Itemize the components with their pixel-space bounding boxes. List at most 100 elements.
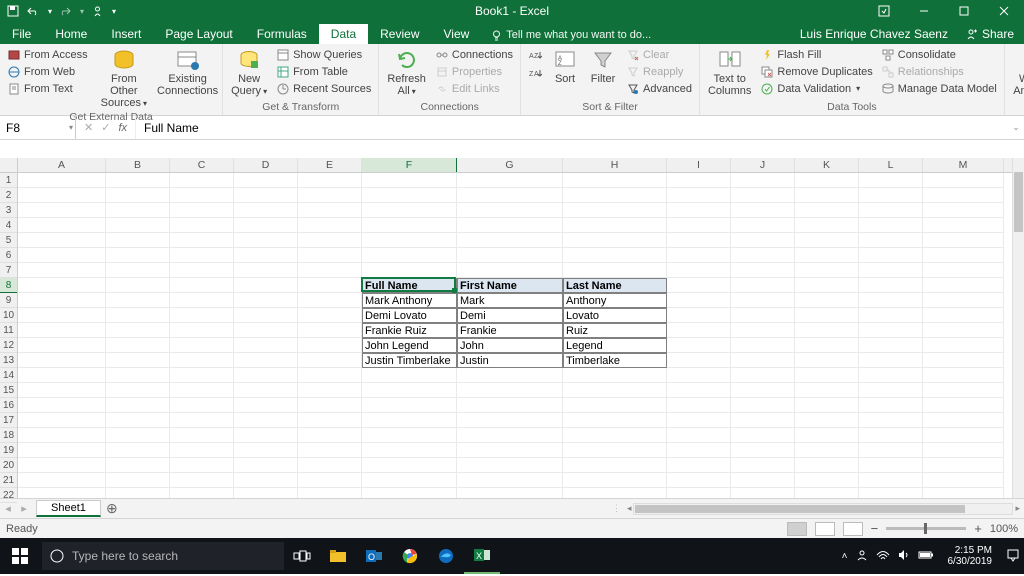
cell-D22[interactable] — [234, 488, 298, 498]
text-to-columns-button[interactable]: Text to Columns — [704, 46, 755, 97]
cell-G12[interactable]: John — [457, 338, 563, 353]
row-header-2[interactable]: 2 — [0, 188, 17, 203]
undo-icon[interactable] — [26, 4, 40, 18]
ribbon-options-button[interactable] — [864, 0, 904, 22]
zoom-in-button[interactable]: + — [974, 521, 982, 536]
row-header-1[interactable]: 1 — [0, 173, 17, 188]
cell-F14[interactable] — [362, 368, 457, 383]
cell-L14[interactable] — [859, 368, 923, 383]
hscroll-thumb[interactable] — [635, 505, 965, 513]
cell-I13[interactable] — [667, 353, 731, 368]
notifications-icon[interactable] — [1006, 548, 1020, 565]
from-access-button[interactable]: From Access — [4, 46, 91, 63]
column-header-A[interactable]: A — [18, 158, 106, 172]
cell-B14[interactable] — [106, 368, 170, 383]
cell-J13[interactable] — [731, 353, 795, 368]
cell-G16[interactable] — [457, 398, 563, 413]
cell-G11[interactable]: Frankie — [457, 323, 563, 338]
cell-L3[interactable] — [859, 203, 923, 218]
cell-G19[interactable] — [457, 443, 563, 458]
sort-desc-button[interactable]: ZA — [525, 64, 545, 81]
hsb-split-icon[interactable]: ⋮ — [612, 503, 621, 514]
cell-L15[interactable] — [859, 383, 923, 398]
cell-J16[interactable] — [731, 398, 795, 413]
cell-B6[interactable] — [106, 248, 170, 263]
cell-L13[interactable] — [859, 353, 923, 368]
cell-H17[interactable] — [563, 413, 667, 428]
cell-B4[interactable] — [106, 218, 170, 233]
cell-E19[interactable] — [298, 443, 362, 458]
cell-E10[interactable] — [298, 308, 362, 323]
cell-A16[interactable] — [18, 398, 106, 413]
cell-H18[interactable] — [563, 428, 667, 443]
cell-C11[interactable] — [170, 323, 234, 338]
row-header-17[interactable]: 17 — [0, 413, 17, 428]
sort-asc-button[interactable]: AZ — [525, 46, 545, 63]
cell-D17[interactable] — [234, 413, 298, 428]
cell-G18[interactable] — [457, 428, 563, 443]
cell-E17[interactable] — [298, 413, 362, 428]
cell-C21[interactable] — [170, 473, 234, 488]
column-header-B[interactable]: B — [106, 158, 170, 172]
cell-B19[interactable] — [106, 443, 170, 458]
cell-E20[interactable] — [298, 458, 362, 473]
tab-review[interactable]: Review — [368, 24, 431, 44]
fx-icon[interactable]: fx — [118, 122, 127, 134]
cell-I16[interactable] — [667, 398, 731, 413]
existing-connections-button[interactable]: Existing Connections — [157, 46, 218, 97]
cell-G7[interactable] — [457, 263, 563, 278]
cell-D5[interactable] — [234, 233, 298, 248]
cell-G9[interactable]: Mark — [457, 293, 563, 308]
cell-K11[interactable] — [795, 323, 859, 338]
cell-C13[interactable] — [170, 353, 234, 368]
cell-A20[interactable] — [18, 458, 106, 473]
user-name[interactable]: Luis Enrique Chavez Saenz — [792, 24, 956, 44]
cell-H10[interactable]: Lovato — [563, 308, 667, 323]
cell-H20[interactable] — [563, 458, 667, 473]
cell-H22[interactable] — [563, 488, 667, 498]
cell-J15[interactable] — [731, 383, 795, 398]
cell-J2[interactable] — [731, 188, 795, 203]
cell-K13[interactable] — [795, 353, 859, 368]
page-break-view-button[interactable] — [843, 522, 863, 536]
cell-E2[interactable] — [298, 188, 362, 203]
cell-C12[interactable] — [170, 338, 234, 353]
cell-L19[interactable] — [859, 443, 923, 458]
column-header-M[interactable]: M — [923, 158, 1004, 172]
row-header-16[interactable]: 16 — [0, 398, 17, 413]
cell-G15[interactable] — [457, 383, 563, 398]
cell-J22[interactable] — [731, 488, 795, 498]
cell-H11[interactable]: Ruiz — [563, 323, 667, 338]
cell-A15[interactable] — [18, 383, 106, 398]
cell-L17[interactable] — [859, 413, 923, 428]
cell-F9[interactable]: Mark Anthony — [362, 293, 457, 308]
cell-E13[interactable] — [298, 353, 362, 368]
cell-D20[interactable] — [234, 458, 298, 473]
cell-H15[interactable] — [563, 383, 667, 398]
cell-K21[interactable] — [795, 473, 859, 488]
cell-H9[interactable]: Anthony — [563, 293, 667, 308]
column-header-K[interactable]: K — [795, 158, 859, 172]
cell-C22[interactable] — [170, 488, 234, 498]
cell-D15[interactable] — [234, 383, 298, 398]
cell-M14[interactable] — [923, 368, 1004, 383]
cell-J5[interactable] — [731, 233, 795, 248]
cell-B2[interactable] — [106, 188, 170, 203]
cell-H14[interactable] — [563, 368, 667, 383]
cell-B12[interactable] — [106, 338, 170, 353]
cell-B21[interactable] — [106, 473, 170, 488]
redo-dropdown-icon[interactable]: ▾ — [80, 7, 84, 16]
qat-customize-icon[interactable]: ▾ — [112, 7, 116, 16]
cell-C16[interactable] — [170, 398, 234, 413]
cell-C20[interactable] — [170, 458, 234, 473]
cell-C14[interactable] — [170, 368, 234, 383]
row-header-8[interactable]: 8 — [0, 278, 17, 293]
cell-A3[interactable] — [18, 203, 106, 218]
cell-F11[interactable]: Frankie Ruiz — [362, 323, 457, 338]
cell-J9[interactable] — [731, 293, 795, 308]
hsb-right-icon[interactable]: ▸ — [1015, 503, 1020, 514]
cell-K7[interactable] — [795, 263, 859, 278]
hsb-left-icon[interactable]: ◂ — [627, 503, 632, 514]
cell-E21[interactable] — [298, 473, 362, 488]
cell-M18[interactable] — [923, 428, 1004, 443]
